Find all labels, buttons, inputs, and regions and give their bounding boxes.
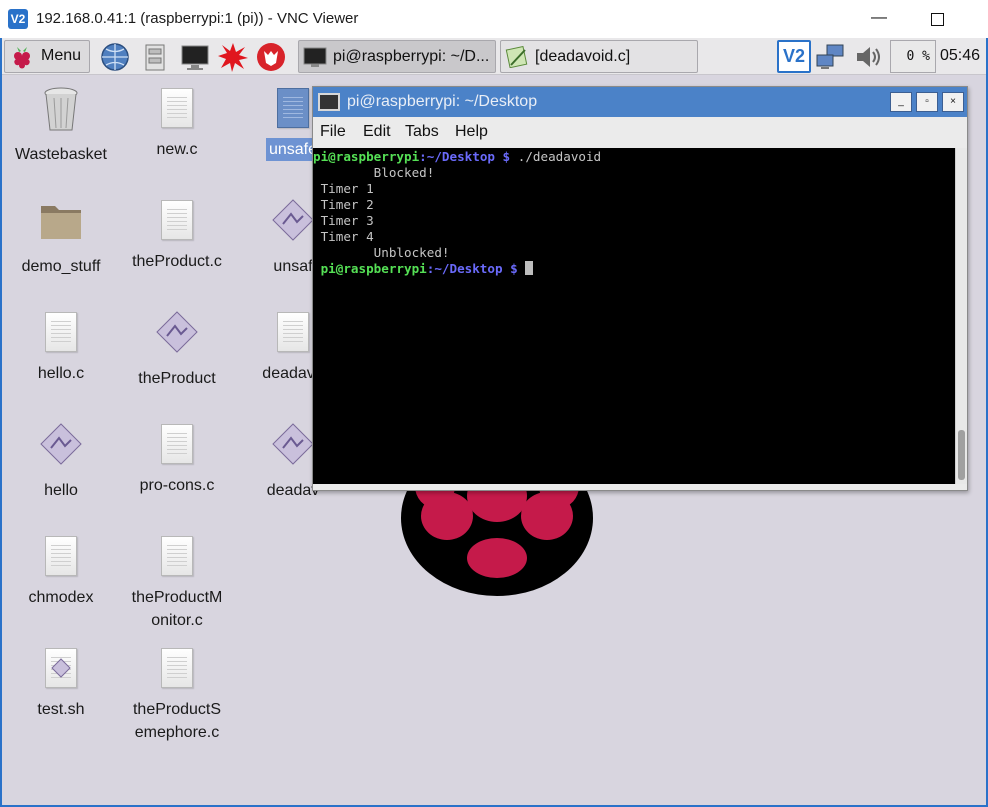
desktop-icon-label: theProduct — [138, 370, 216, 387]
terminal-scrollbar[interactable] — [955, 148, 967, 484]
document-icon — [277, 88, 309, 128]
terminal-output[interactable]: pi@raspberrypi:~/Desktop $ ./deadavoid B… — [313, 148, 955, 484]
terminal-line: pi@raspberrypi:~/Desktop $ — [313, 261, 534, 277]
terminal-icon — [303, 47, 327, 67]
desktop-icon-label: hello.c — [37, 365, 85, 382]
monitor-icon[interactable] — [179, 41, 211, 73]
executable-icon — [272, 199, 314, 241]
terminal-line: Blocked! — [313, 165, 435, 180]
starburst-icon[interactable] — [217, 41, 249, 73]
desktop-icon-new-c[interactable]: new.c — [122, 84, 232, 161]
desktop-icon-theproductsemephore-c[interactable]: theProductS emephore.c — [122, 644, 232, 744]
text-editor-icon — [505, 46, 528, 68]
terminal-command: ./deadavoid — [510, 149, 602, 164]
clock: 05:46 — [940, 47, 981, 64]
terminal-window[interactable]: pi@raspberrypi: ~/Desktop _ ▫ × File Edi… — [312, 86, 968, 491]
folder-icon — [41, 206, 81, 239]
taskbar: Menu pi@raspberrypi: ~/D... [deadavoid.c… — [2, 38, 986, 75]
desktop-icon-pro-cons-c[interactable]: pro-cons.c — [122, 420, 232, 497]
menu-button[interactable]: Menu — [4, 40, 90, 73]
desktop-icon-label: demo_stuff — [21, 258, 101, 275]
terminal-line: Timer 1 — [313, 181, 374, 196]
prompt-user: pi@raspberrypi — [313, 261, 427, 276]
taskbar-editor-button[interactable]: [deadavoid.c] — [500, 40, 698, 73]
desktop-icon-label: chmodex — [28, 589, 94, 606]
desktop-icon-demo-stuff[interactable]: demo_stuff — [6, 196, 116, 278]
desktop-icon-theproduct-c[interactable]: theProduct.c — [122, 196, 232, 273]
desktop-icon-label: Wastebasket — [15, 146, 107, 163]
desktop-icon-theproduct[interactable]: theProduct — [122, 308, 232, 390]
prompt-user: pi@raspberrypi — [313, 149, 420, 164]
terminal-close-button[interactable]: × — [942, 92, 964, 112]
document-icon — [45, 536, 77, 576]
text-cursor — [525, 261, 534, 275]
menu-edit[interactable]: Edit — [363, 123, 391, 141]
vnc-app-icon: V2 — [8, 9, 28, 29]
prompt-path: :~/Desktop $ — [426, 261, 518, 276]
volume-icon[interactable] — [853, 43, 885, 71]
desktop-icon-label: new.c — [156, 141, 198, 158]
desktop-icon-label: test.sh — [37, 701, 85, 718]
minimize-button[interactable]: — — [866, 6, 892, 32]
menu-label: Menu — [41, 47, 82, 64]
desktop-icon-theproductmonitor-c[interactable]: theProductM onitor.c — [122, 532, 232, 632]
globe-icon[interactable] — [99, 41, 131, 73]
script-badge-icon — [51, 658, 71, 678]
remote-desktop[interactable]: Menu pi@raspberrypi: ~/D... [deadavoid.c… — [2, 38, 986, 805]
desktop-icon-label: theProduct.c — [132, 253, 222, 270]
desktop-icon-test-sh[interactable]: test.sh — [6, 644, 116, 721]
vnc-tray-icon[interactable]: V2 — [777, 40, 811, 73]
executable-icon — [272, 423, 314, 465]
menu-help[interactable]: Help — [455, 123, 488, 141]
terminal-title: pi@raspberrypi: ~/Desktop — [347, 93, 538, 110]
network-icon[interactable] — [815, 43, 847, 71]
desktop-icon-hello-c[interactable]: hello.c — [6, 308, 116, 385]
desktop-icon-chmodex[interactable]: chmodex — [6, 532, 116, 609]
desktop-icon-label: pro-cons.c — [139, 477, 215, 494]
document-icon — [45, 312, 77, 352]
terminal-line: Timer 3 — [313, 213, 374, 228]
maximize-button[interactable] — [924, 6, 950, 32]
window-title: 192.168.0.41:1 (raspberrypi:1 (pi)) - VN… — [36, 10, 359, 27]
wolfram-icon[interactable] — [255, 41, 287, 73]
document-icon — [161, 536, 193, 576]
terminal-titlebar[interactable]: pi@raspberrypi: ~/Desktop _ ▫ × — [313, 87, 967, 117]
document-icon — [161, 88, 193, 128]
terminal-maximize-button[interactable]: ▫ — [916, 92, 938, 112]
desktop-icon-label: hello — [44, 482, 78, 499]
file-manager-icon[interactable] — [139, 41, 171, 73]
terminal-line: Unblocked! — [313, 245, 450, 260]
terminal-line: Timer 2 — [313, 197, 374, 212]
desktop-icon-label: theProductS emephore.c — [132, 701, 222, 741]
raspberry-icon — [14, 47, 30, 69]
desktop-icon-wastebasket[interactable]: Wastebasket — [6, 84, 116, 166]
terminal-icon — [318, 93, 340, 111]
terminal-line: pi@raspberrypi:~/Desktop $ ./deadavoid — [313, 149, 601, 165]
document-icon — [277, 312, 309, 352]
menu-file[interactable]: File — [320, 123, 346, 141]
terminal-line: Timer 4 — [313, 229, 374, 244]
document-icon — [161, 648, 193, 688]
executable-icon — [40, 423, 82, 465]
terminal-menubar: File Edit Tabs Help — [313, 117, 967, 147]
wastebasket-icon — [44, 87, 78, 131]
taskbar-editor-label: [deadavoid.c] — [535, 48, 631, 65]
executable-icon — [156, 311, 198, 353]
vnc-titlebar: V2 192.168.0.41:1 (raspberrypi:1 (pi)) -… — [0, 0, 988, 38]
prompt-path: :~/Desktop $ — [419, 149, 511, 164]
desktop-icon-hello[interactable]: hello — [6, 420, 116, 502]
desktop-icon-label: theProductM onitor.c — [131, 589, 223, 629]
taskbar-terminal-button[interactable]: pi@raspberrypi: ~/D... — [298, 40, 496, 73]
document-icon — [161, 424, 193, 464]
document-icon — [161, 200, 193, 240]
scrollbar-thumb[interactable] — [958, 430, 965, 480]
terminal-minimize-button[interactable]: _ — [890, 92, 912, 112]
cpu-monitor: 0 % — [890, 40, 936, 73]
taskbar-terminal-label: pi@raspberrypi: ~/D... — [333, 48, 490, 65]
menu-tabs[interactable]: Tabs — [405, 123, 439, 141]
